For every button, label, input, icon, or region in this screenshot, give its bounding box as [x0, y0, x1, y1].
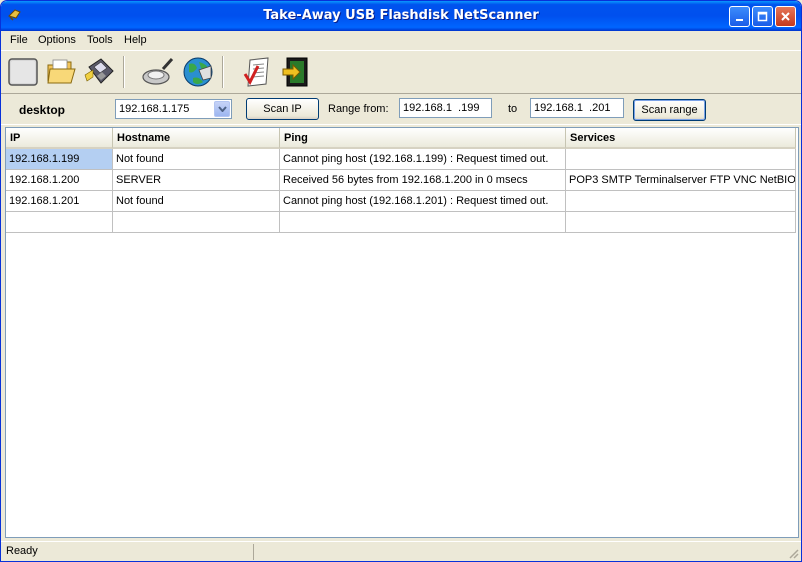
checklist-button[interactable] — [240, 55, 274, 89]
open-button[interactable] — [44, 55, 78, 89]
table-row[interactable]: 192.168.1.201 Not found Cannot ping host… — [6, 191, 798, 212]
title-bar[interactable]: Take-Away USB Flashdisk NetScanner — [1, 1, 801, 31]
cell-hostname[interactable]: Not found — [113, 191, 280, 212]
table-row[interactable]: 192.168.1.199 Not found Cannot ping host… — [6, 149, 798, 170]
minimize-icon — [736, 19, 743, 21]
table-row-empty[interactable] — [6, 212, 798, 233]
table-row[interactable]: 192.168.1.200 SERVER Received 56 bytes f… — [6, 170, 798, 191]
cell-ip[interactable]: 192.168.1.200 — [6, 170, 113, 191]
maximize-button[interactable] — [752, 6, 773, 27]
status-panel — [253, 544, 783, 560]
cell-services[interactable] — [566, 212, 796, 233]
cell-hostname[interactable]: Not found — [113, 149, 280, 170]
cell-ping[interactable] — [280, 212, 566, 233]
cell-ping[interactable]: Received 56 bytes from 192.168.1.200 in … — [280, 170, 566, 191]
menu-tools[interactable]: Tools — [87, 34, 113, 46]
host-label: desktop — [19, 103, 66, 117]
maximize-icon — [757, 11, 768, 22]
cell-services[interactable] — [566, 149, 796, 170]
cell-hostname[interactable]: SERVER — [113, 170, 280, 191]
blank-page-icon — [8, 58, 38, 86]
column-header-ping[interactable]: Ping — [280, 128, 566, 149]
cell-services[interactable]: POP3 SMTP Terminalserver FTP VNC NetBIOS — [566, 170, 796, 191]
close-icon — [781, 12, 790, 21]
toolbar — [1, 50, 801, 92]
ip-combobox[interactable]: 192.168.1.175 — [115, 99, 232, 119]
combobox-dropdown-button[interactable] — [214, 101, 230, 117]
range-from-field[interactable]: 192.168.1 .199 — [399, 98, 492, 118]
status-bar: Ready — [1, 541, 801, 561]
menu-file[interactable]: File — [10, 34, 28, 46]
cell-services[interactable] — [566, 191, 796, 212]
scan-ip-button[interactable]: Scan IP — [246, 98, 319, 120]
table-header: IP Hostname Ping Services — [6, 128, 798, 149]
find-button[interactable] — [141, 55, 175, 89]
save-button[interactable] — [82, 55, 116, 89]
network-globe-icon — [183, 57, 213, 87]
range-from-label: Range from: — [328, 103, 389, 115]
cell-ping[interactable]: Cannot ping host (192.168.1.199) : Reque… — [280, 149, 566, 170]
chevron-down-icon — [217, 106, 227, 112]
menu-bar: File Options Tools Help — [1, 31, 801, 50]
app-window: Take-Away USB Flashdisk NetScanner File … — [0, 0, 802, 562]
column-header-hostname[interactable]: Hostname — [113, 128, 280, 149]
minimize-button[interactable] — [729, 6, 750, 27]
resize-grip-icon[interactable] — [787, 547, 799, 559]
window-title: Take-Away USB Flashdisk NetScanner — [263, 8, 539, 23]
exit-icon — [282, 57, 308, 87]
cell-ping[interactable]: Cannot ping host (192.168.1.201) : Reque… — [280, 191, 566, 212]
new-button[interactable] — [6, 55, 40, 89]
open-folder-icon — [47, 59, 76, 84]
column-header-services[interactable]: Services — [566, 128, 796, 149]
results-table[interactable]: IP Hostname Ping Services 192.168.1.199 … — [5, 127, 799, 538]
scan-range-button[interactable]: Scan range — [633, 99, 706, 121]
menu-help[interactable]: Help — [124, 34, 147, 46]
menu-options[interactable]: Options — [38, 34, 76, 46]
toolbar-separator — [222, 56, 224, 88]
save-disk-icon — [84, 58, 114, 84]
checklist-icon — [243, 57, 269, 87]
status-text: Ready — [6, 545, 38, 557]
range-to-label: to — [508, 103, 518, 115]
column-header-ip[interactable]: IP — [6, 128, 113, 149]
close-button[interactable] — [775, 6, 796, 27]
range-to-field[interactable]: 192.168.1 .201 — [530, 98, 624, 118]
magnifier-icon — [142, 57, 174, 85]
cell-ip[interactable]: 192.168.1.199 — [6, 149, 113, 170]
scan-bar: desktop 192.168.1.175 Scan IP Range from… — [1, 93, 801, 125]
ip-combobox-value: 192.168.1.175 — [119, 103, 190, 115]
cell-ip[interactable]: 192.168.1.201 — [6, 191, 113, 212]
exit-button[interactable] — [279, 55, 313, 89]
toolbar-separator — [123, 56, 125, 88]
network-button[interactable] — [181, 55, 215, 89]
cell-hostname[interactable] — [113, 212, 280, 233]
cell-ip[interactable] — [6, 212, 113, 233]
